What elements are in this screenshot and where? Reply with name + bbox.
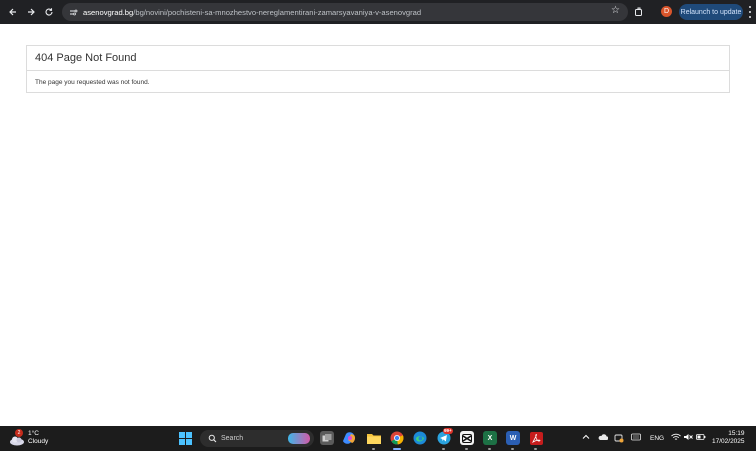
speaker-muted-icon[interactable]	[683, 433, 693, 443]
onedrive-cloud-icon[interactable]	[598, 433, 609, 443]
url-text: asenovgrad.bg/bg/novini/pochisteni-sa-mn…	[83, 8, 421, 17]
bookmark-star-icon[interactable]: ☆	[611, 5, 620, 16]
telegram-running-indicator	[442, 448, 445, 450]
clock-date: 17/02/2025	[712, 438, 745, 445]
extensions-puzzle-icon[interactable]	[632, 5, 646, 19]
task-view-icon[interactable]	[320, 431, 334, 445]
back-arrow-icon[interactable]	[4, 3, 22, 21]
windows-start-icon[interactable]	[179, 432, 192, 445]
weather-badge: 2	[15, 429, 23, 437]
language-indicator[interactable]: ENG	[650, 435, 664, 442]
url-path: /bg/novini/pochisteni-sa-mnozhestvo-nere…	[133, 7, 422, 17]
sync-status-icon[interactable]	[614, 433, 624, 445]
address-bar[interactable]: asenovgrad.bg/bg/novini/pochisteni-sa-mn…	[62, 3, 628, 21]
keyboard-icon[interactable]	[631, 433, 641, 443]
word-icon[interactable]: W	[506, 431, 520, 445]
search-highlight-image	[288, 433, 310, 444]
reload-icon[interactable]	[40, 3, 58, 21]
chrome-icon[interactable]	[390, 431, 404, 445]
chrome-active-indicator	[393, 448, 401, 450]
taskbar-search-box[interactable]: Search	[200, 430, 314, 447]
weather-description: Cloudy	[28, 438, 49, 445]
copilot-icon[interactable]	[343, 431, 357, 445]
acrobat-icon[interactable]	[529, 431, 543, 445]
error-message: The page you requested was not found.	[35, 79, 150, 86]
capcut-running-indicator	[465, 448, 468, 450]
error-heading: 404 Page Not Found	[27, 46, 729, 71]
search-label: Search	[221, 435, 244, 442]
url-host: asenovgrad.bg	[83, 7, 134, 17]
edge-icon[interactable]	[413, 431, 427, 445]
wifi-icon[interactable]	[671, 433, 681, 443]
browser-toolbar: asenovgrad.bg/bg/novini/pochisteni-sa-mn…	[0, 0, 756, 24]
weather-temperature: 1°C	[28, 430, 39, 437]
excel-icon[interactable]: X	[483, 431, 497, 445]
excel-running-indicator	[488, 448, 491, 450]
show-hidden-icons-chevron-icon[interactable]	[582, 433, 590, 443]
site-settings-icon[interactable]	[66, 5, 80, 19]
file-explorer-icon[interactable]	[367, 431, 381, 445]
forward-arrow-icon[interactable]	[22, 3, 40, 21]
windows-taskbar: 2 1°C Cloudy Search 99+ X W ENG 15:19 17…	[0, 426, 756, 451]
relaunch-to-update-button[interactable]: Relaunch to update	[679, 4, 743, 20]
system-clock[interactable]: 15:19 17/02/2025	[712, 430, 745, 446]
capcut-icon[interactable]	[460, 431, 474, 445]
word-running-indicator	[511, 448, 514, 450]
battery-icon[interactable]	[696, 433, 706, 443]
browser-menu-icon[interactable]	[747, 6, 753, 18]
cloud-weather-icon: 2	[9, 429, 25, 446]
acrobat-running-indicator	[534, 448, 537, 450]
telegram-badge: 99+	[443, 428, 453, 434]
weather-widget[interactable]: 2 1°C Cloudy	[9, 429, 49, 446]
clock-time: 15:19	[728, 430, 745, 437]
profile-avatar[interactable]: D	[661, 6, 672, 17]
telegram-icon[interactable]: 99+	[437, 428, 453, 445]
error-panel: 404 Page Not Found The page you requeste…	[26, 45, 730, 93]
search-icon	[206, 433, 218, 445]
file-explorer-running-indicator	[372, 448, 375, 450]
